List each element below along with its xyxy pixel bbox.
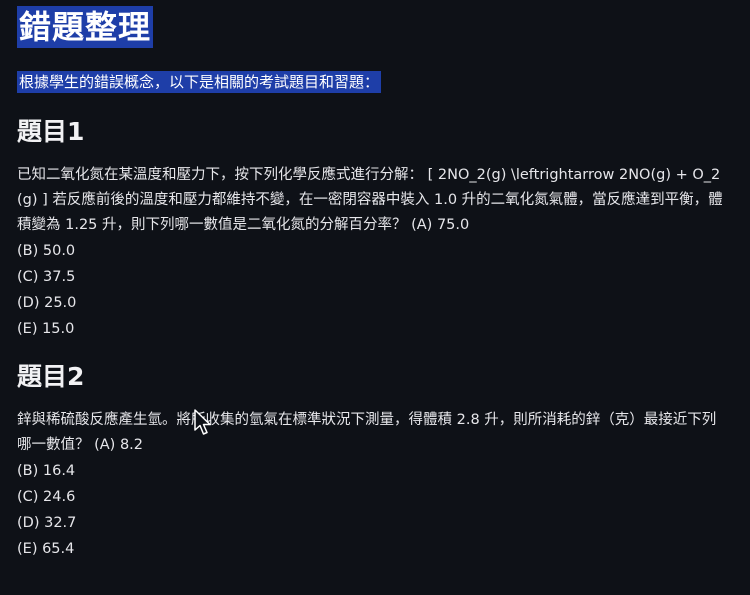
question-2-option-b: (B) 16.4 [17, 463, 76, 479]
question-2-option-d: (D) 32.7 [17, 515, 77, 531]
question-1-heading: 題目1 [17, 117, 85, 146]
intro-text: 根據學生的錯誤概念，以下是相關的考試題目和習題： [17, 71, 382, 93]
question-1: 題目1 已知二氧化氮在某溫度和壓力下，按下列化學反應式進行分解： [ 2NO_2… [17, 115, 729, 342]
question-1-option-e: (E) 15.0 [17, 321, 75, 337]
question-2-heading: 題目2 [17, 362, 85, 391]
mouse-pointer-icon [194, 409, 211, 435]
question-1-text: 已知二氧化氮在某溫度和壓力下，按下列化學反應式進行分解： [ 2NO_2(g) … [17, 167, 723, 233]
question-2-option-e: (E) 65.4 [17, 541, 75, 557]
question-2-text: 鋅與稀硫酸反應產生氫。將所收集的氫氣在標準狀況下測量，得體積 2.8 升，則所消… [17, 412, 717, 453]
question-2-option-c: (C) 24.6 [17, 489, 76, 505]
question-1-option-c: (C) 37.5 [17, 269, 76, 285]
page-title: 錯題整理 [17, 6, 154, 48]
page-content: 錯題整理 根據學生的錯誤概念，以下是相關的考試題目和習題： 題目1 已知二氧化氮… [17, 6, 729, 562]
question-1-option-b: (B) 50.0 [17, 243, 76, 259]
question-2: 題目2 鋅與稀硫酸反應產生氫。將所收集的氫氣在標準狀況下測量，得體積 2.8 升… [17, 360, 729, 562]
question-1-option-d: (D) 25.0 [17, 295, 77, 311]
